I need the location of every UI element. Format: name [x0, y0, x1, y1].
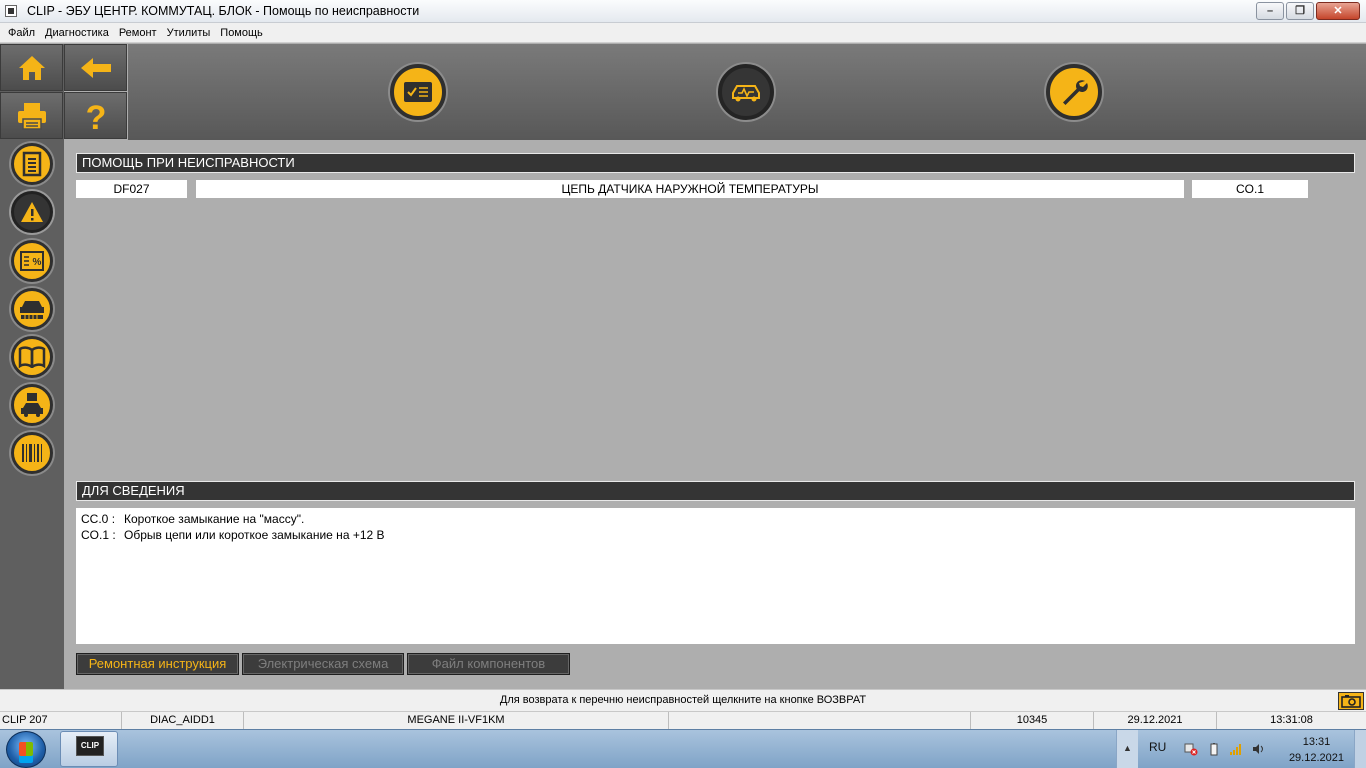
taskbar-app-clip[interactable]: CLIP: [60, 731, 118, 767]
barcode-button[interactable]: [11, 432, 53, 474]
barcode-icon: [22, 444, 42, 462]
info-line: CC.0 : Короткое замыкание на "массу".: [81, 511, 1350, 527]
fault-code: DF027: [76, 180, 187, 198]
clock-date: 29.12.2021: [1288, 752, 1344, 764]
printer-icon: [17, 102, 46, 130]
status-code: 10345: [971, 712, 1094, 729]
battery-icon[interactable]: [1207, 742, 1221, 756]
clock-time: 13:31: [1302, 736, 1331, 748]
start-button[interactable]: [6, 731, 46, 768]
info-text: Короткое замыкание на "массу".: [124, 512, 305, 526]
title-bar: CLIP - ЭБУ ЦЕНТР. КОММУТАЦ. БЛОК - Помощ…: [0, 0, 1366, 23]
parameters-button[interactable]: %: [11, 240, 53, 282]
document-list-icon: [22, 151, 42, 177]
info-code-value: CO.1: [81, 528, 110, 542]
main-content: ПОМОЩЬ ПРИ НЕИСПРАВНОСТИ DF027 ЦЕПЬ ДАТЧ…: [64, 140, 1366, 689]
status-diag: DIAC_AIDD1: [122, 712, 244, 729]
warning-icon: [21, 202, 43, 222]
hint-bar: Для возврата к перечню неисправностей ще…: [0, 689, 1366, 711]
help-icon: ?: [85, 99, 106, 133]
menu-bar: Файл Диагностика Ремонт Утилиты Помощь: [0, 23, 1366, 43]
repair-button[interactable]: [1046, 64, 1102, 120]
wrench-icon: [1063, 80, 1088, 105]
menu-help[interactable]: Помощь: [215, 27, 268, 39]
svg-text:?: ?: [85, 99, 106, 133]
left-toolbar: ? %: [0, 44, 127, 689]
back-arrow-icon: [80, 57, 111, 78]
book-icon: [18, 346, 46, 368]
camera-icon: [1341, 695, 1361, 708]
signal-icon[interactable]: [1229, 742, 1243, 756]
menu-utilities[interactable]: Утилиты: [162, 27, 216, 39]
minimize-icon: –: [1266, 5, 1274, 17]
fault-status: CO.1: [1192, 180, 1308, 198]
volume-icon[interactable]: [1251, 742, 1265, 756]
checklist-button[interactable]: [390, 64, 446, 120]
info-panel: CC.0 : Короткое замыкание на "массу". CO…: [76, 508, 1355, 644]
maximize-button[interactable]: ❐: [1286, 2, 1314, 20]
screenshot-button[interactable]: [1338, 692, 1364, 710]
status-time: 13:31:08: [1270, 714, 1313, 726]
vehicle-diagnostic-button[interactable]: [718, 64, 774, 120]
close-icon: ✕: [1333, 5, 1343, 17]
info-separator: :: [111, 512, 116, 526]
status-empty: [669, 712, 971, 729]
home-button[interactable]: [0, 44, 63, 91]
checklist-icon: [404, 82, 432, 102]
system-clock[interactable]: 13:31 29.12.2021: [1289, 734, 1344, 766]
menu-repair[interactable]: Ремонт: [114, 27, 162, 39]
taskbar: CLIP ▲ RU 13:31 29.12.2021: [0, 729, 1366, 768]
info-header: ДЛЯ СВЕДЕНИЯ: [76, 481, 1355, 501]
status-vehicle: MEGANE II-VF1KM: [244, 712, 669, 729]
info-text: Обрыв цепи или короткое замыкание на +12…: [124, 528, 385, 542]
menu-diagnostics[interactable]: Диагностика: [40, 27, 114, 39]
info-line: CO.1 : Обрыв цепи или короткое замыкание…: [81, 527, 1350, 543]
app-icon: [5, 5, 17, 17]
fault-help-header: ПОМОЩЬ ПРИ НЕИСПРАВНОСТИ: [76, 153, 1355, 173]
repair-instruction-button[interactable]: Ремонтная инструкция: [76, 653, 239, 675]
electrical-diagram-button[interactable]: Электрическая схема: [242, 653, 404, 675]
show-desktop-button[interactable]: [1354, 730, 1366, 768]
tray-expand-icon[interactable]: ▲: [1116, 730, 1138, 768]
print-button[interactable]: [0, 92, 63, 139]
faults-button[interactable]: [11, 191, 53, 233]
menu-file[interactable]: Файл: [3, 27, 40, 39]
status-bar: CLIP 207 DIAC_AIDD1 MEGANE II-VF1KM 1034…: [0, 711, 1366, 729]
info-code-value: CC.0: [81, 512, 109, 526]
vehicle-status-icon: [20, 301, 44, 319]
vehicle-status-button[interactable]: [11, 288, 53, 330]
info-code: CO.1 :: [81, 527, 124, 543]
app-thumbnail-label: CLIP: [80, 741, 100, 750]
status-clip: CLIP 207: [0, 712, 122, 729]
window-title: CLIP - ЭБУ ЦЕНТР. КОММУТАЦ. БЛОК - Помощ…: [27, 4, 420, 18]
restore-icon: ❐: [1295, 5, 1305, 17]
home-icon: [18, 55, 45, 80]
network-error-icon[interactable]: [1184, 742, 1198, 756]
minimize-button[interactable]: –: [1256, 2, 1284, 20]
language-indicator[interactable]: RU: [1149, 740, 1166, 754]
status-date: 29.12.2021: [1094, 712, 1217, 729]
fault-description: ЦЕПЬ ДАТЧИКА НАРУЖНОЙ ТЕМПЕРАТУРЫ: [196, 180, 1184, 198]
top-toolbar: [128, 44, 1366, 140]
documentation-button[interactable]: [11, 336, 53, 378]
vehicle-save-button[interactable]: [11, 384, 53, 426]
system-tray: ▲ RU 13:31 29.12.2021: [1116, 730, 1366, 768]
vehicle-diagnostic-icon: [732, 85, 760, 102]
app-thumbnail: CLIP: [76, 736, 104, 756]
vehicle-save-icon: [21, 393, 43, 417]
info-code: CC.0 :: [81, 511, 124, 527]
close-button[interactable]: ✕: [1316, 2, 1360, 20]
info-separator: :: [112, 528, 116, 542]
hint-text: Для возврата к перечню неисправностей ще…: [499, 694, 867, 706]
help-button[interactable]: ?: [64, 92, 127, 139]
parameters-percent-icon: %: [20, 251, 44, 271]
svg-text:%: %: [33, 257, 42, 268]
components-file-button[interactable]: Файл компонентов: [407, 653, 570, 675]
fault-list-button[interactable]: [11, 143, 53, 185]
back-button[interactable]: [64, 44, 127, 91]
